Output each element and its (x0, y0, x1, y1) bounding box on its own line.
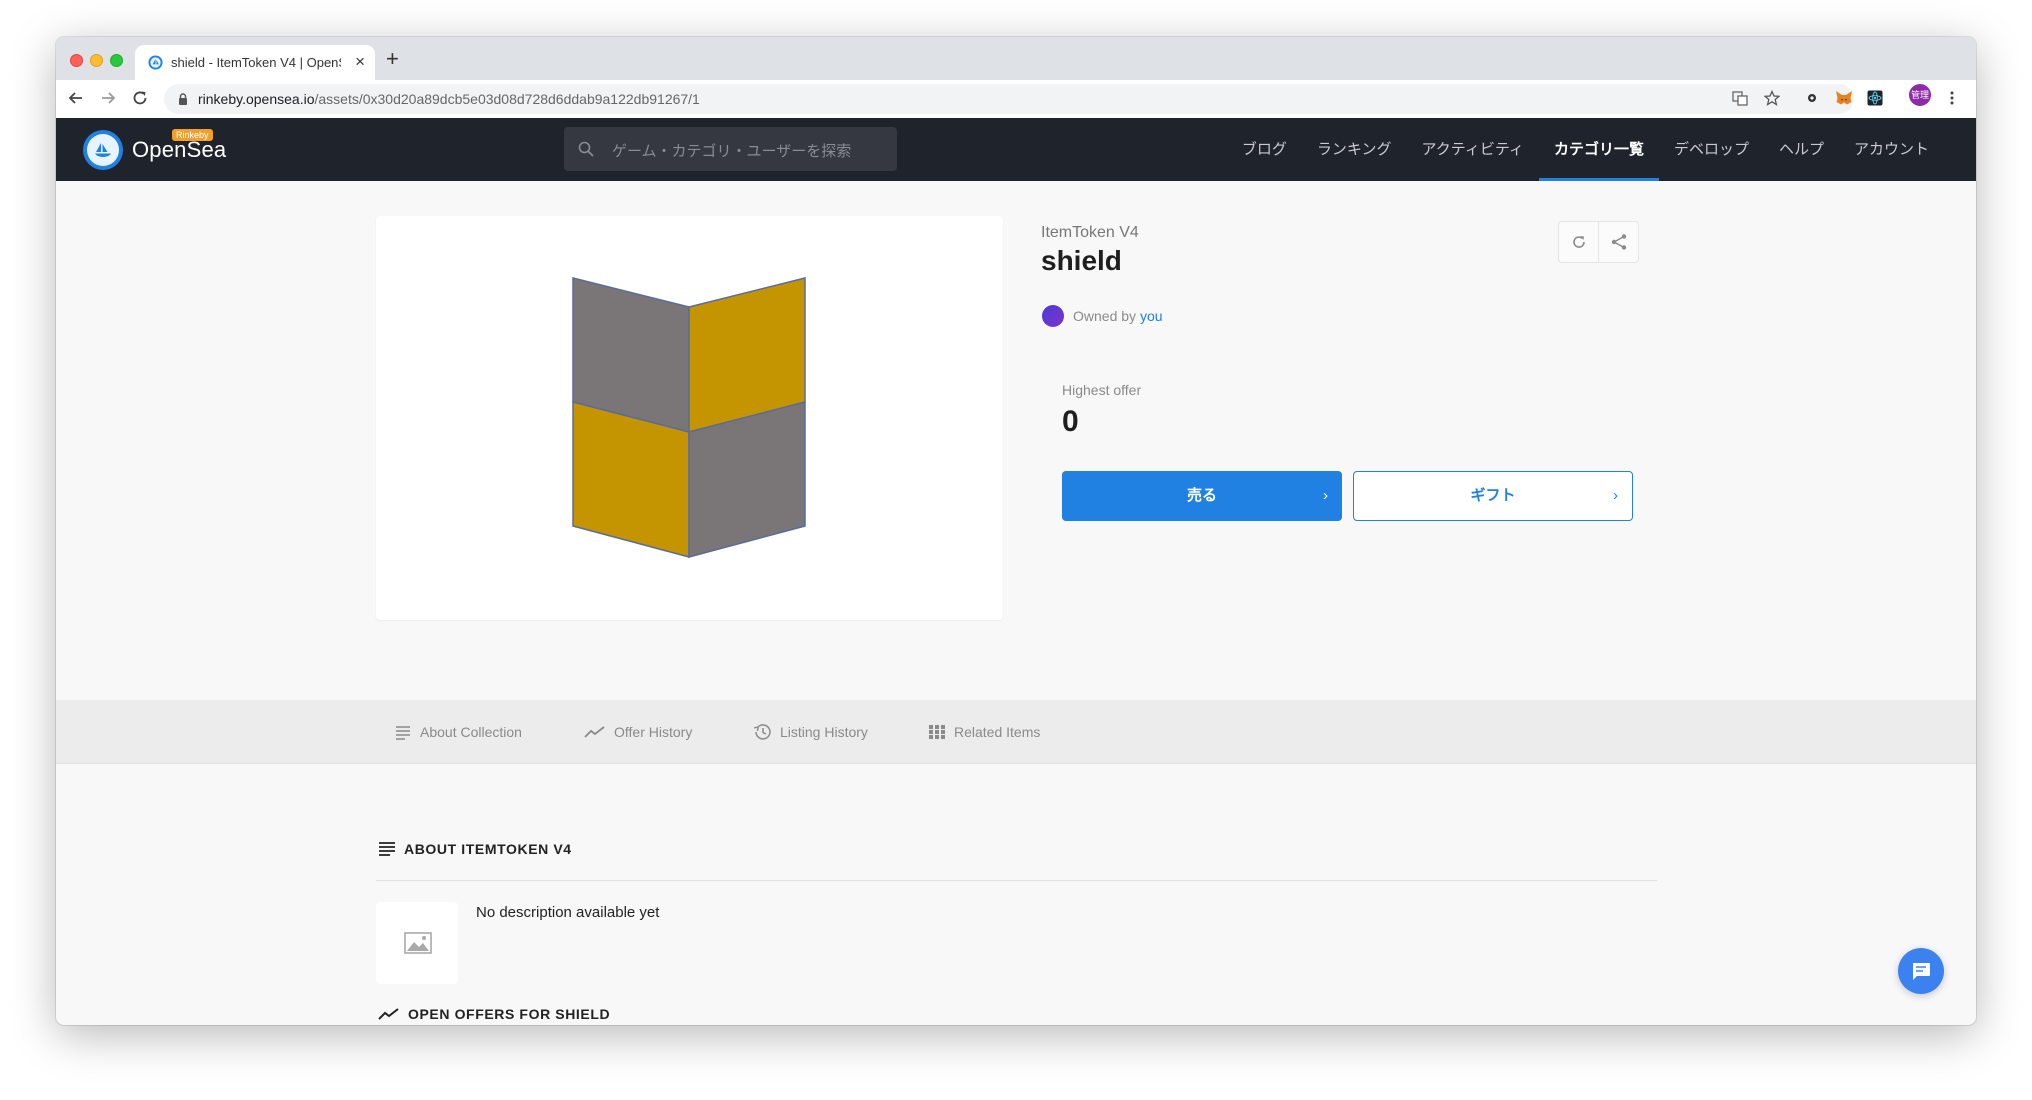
highest-offer-label: Highest offer (1062, 382, 1142, 398)
extension-eye-icon[interactable] (1803, 90, 1821, 108)
translate-icon[interactable] (1731, 90, 1749, 108)
chevron-right-icon: › (1613, 487, 1618, 504)
address-bar[interactable]: rinkeby.opensea.io/assets/0x30d20a89dcb5… (164, 84, 1854, 114)
collection-thumbnail (376, 902, 458, 984)
browser-tab[interactable]: shield - ItemToken V4 | OpenS × (135, 45, 375, 80)
asset-action-group (1558, 221, 1639, 263)
list-icon (379, 842, 395, 856)
metamask-fox-icon[interactable] (1835, 90, 1853, 108)
nav-item-activity[interactable]: アクティビティ (1406, 118, 1538, 181)
browser-toolbar: rinkeby.opensea.io/assets/0x30d20a89dcb5… (56, 80, 1976, 119)
trend-icon (584, 726, 605, 738)
asset-title: shield (1041, 245, 1122, 276)
tab-close-icon[interactable]: × (355, 51, 365, 73)
owner-avatar[interactable] (1042, 305, 1064, 327)
nav-item-categories[interactable]: カテゴリ一覧 (1538, 118, 1659, 181)
trend-icon (378, 1008, 399, 1020)
network-badge: Rinkeby (172, 129, 213, 141)
owner-link[interactable]: you (1140, 308, 1163, 324)
nav-item-blog[interactable]: ブログ (1227, 118, 1302, 181)
divider (376, 880, 1657, 881)
about-heading: ABOUT ITEMTOKEN V4 (378, 841, 572, 857)
chevron-right-icon: › (1323, 487, 1328, 504)
share-button[interactable] (1599, 222, 1638, 262)
refresh-icon (1573, 236, 1585, 248)
collection-description: No description available yet (476, 904, 660, 921)
tab-strip: shield - ItemToken V4 | OpenS × + (56, 37, 1976, 80)
section-tabs: About Collection Offer History Listing H… (56, 700, 1976, 764)
nav-item-develop[interactable]: デベロップ (1659, 118, 1764, 181)
tab-about-collection[interactable]: About Collection (394, 722, 522, 742)
bookmark-star-icon[interactable] (1763, 89, 1781, 108)
nav-item-help[interactable]: ヘルプ (1764, 118, 1839, 181)
owned-by-text: Owned by you (1073, 308, 1163, 324)
history-icon (753, 724, 771, 740)
url-text: rinkeby.opensea.io/assets/0x30d20a89dcb5… (198, 91, 700, 107)
forward-icon[interactable] (98, 88, 118, 108)
chat-button[interactable] (1898, 948, 1944, 994)
tab-offer-history[interactable]: Offer History (584, 722, 692, 742)
share-icon (1611, 234, 1627, 250)
list-icon (396, 726, 410, 740)
back-icon[interactable] (66, 88, 86, 108)
profile-avatar[interactable]: 管理 (1909, 84, 1931, 106)
minimize-window-button[interactable] (90, 54, 103, 67)
sell-button[interactable]: 売る › (1062, 471, 1342, 521)
nav-menu: ブログ ランキング アクティビティ カテゴリ一覧 デベロップ ヘルプ アカウント (1227, 118, 1944, 181)
search-input[interactable]: ゲーム・カテゴリ・ユーザーを探索 (564, 127, 897, 171)
refresh-button[interactable] (1559, 222, 1599, 262)
tab-title: shield - ItemToken V4 | OpenS (171, 55, 341, 70)
new-tab-button[interactable]: + (386, 46, 399, 72)
extension-react-icon[interactable] (1866, 90, 1884, 108)
site-navbar: OpenSea Rinkeby ゲーム・カテゴリ・ユーザーを探索 ブログ ランキ… (56, 118, 1976, 181)
browser-menu-icon[interactable] (1943, 90, 1961, 108)
search-icon (578, 141, 594, 157)
asset-image-card (376, 216, 1003, 620)
close-window-button[interactable] (70, 54, 83, 67)
highest-offer-value: 0 (1062, 405, 1079, 438)
tab-related-items[interactable]: Related Items (928, 722, 1040, 742)
image-placeholder-icon (404, 932, 432, 954)
opensea-logo-icon[interactable] (83, 130, 123, 170)
maximize-window-button[interactable] (110, 54, 123, 67)
nav-item-ranking[interactable]: ランキング (1302, 118, 1407, 181)
lock-icon (179, 93, 187, 105)
grid-icon (929, 725, 945, 739)
browser-window: shield - ItemToken V4 | OpenS × + rinkeb… (56, 37, 1976, 1025)
gift-button[interactable]: ギフト › (1353, 471, 1633, 521)
tab-listing-history[interactable]: Listing History (752, 722, 868, 742)
opensea-favicon-icon (148, 55, 163, 70)
reload-icon[interactable] (130, 88, 150, 108)
nav-item-account[interactable]: アカウント (1839, 118, 1944, 181)
chat-icon (1913, 963, 1930, 980)
search-placeholder: ゲーム・カテゴリ・ユーザーを探索 (612, 143, 852, 160)
open-offers-heading: OPEN OFFERS FOR SHIELD (378, 1006, 610, 1022)
shield-asset-image (572, 277, 806, 558)
collection-link[interactable]: ItemToken V4 (1041, 224, 1139, 242)
